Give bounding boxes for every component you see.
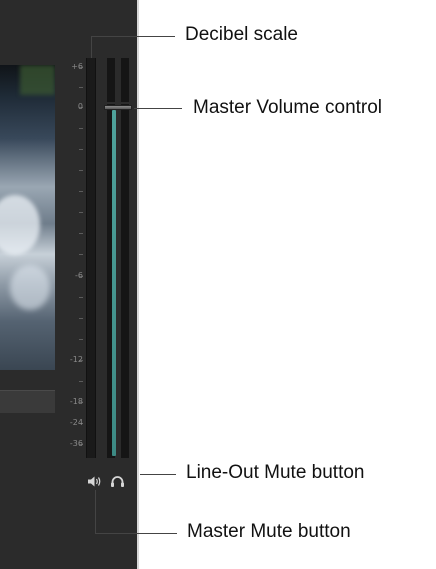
master-mute-button[interactable] — [88, 476, 102, 490]
scale-tick-mark — [79, 170, 83, 171]
volume-handle-cap — [106, 102, 130, 104]
master-volume-meter[interactable] — [103, 58, 133, 458]
speaker-icon — [88, 476, 101, 487]
scale-tick-label: -6 — [75, 271, 83, 280]
video-preview — [0, 65, 55, 370]
scale-tick-label: -12 — [69, 355, 83, 364]
scale-tick-mark — [79, 339, 83, 340]
scale-tick-mark — [79, 87, 83, 88]
scale-tick-label: -36 — [69, 439, 83, 448]
decibel-scale-track — [86, 58, 96, 458]
scale-tick-label: -18 — [69, 397, 83, 406]
scale-tick-mark — [79, 233, 83, 234]
meter-level-fill — [112, 110, 116, 456]
scale-tick-mark — [79, 191, 83, 192]
video-foliage — [20, 65, 55, 95]
master-volume-control[interactable] — [104, 105, 132, 110]
scale-tick-mark — [79, 318, 83, 319]
scale-tick-mark — [79, 212, 83, 213]
lineout-mute-button[interactable] — [111, 476, 124, 490]
scale-tick-mark — [79, 254, 83, 255]
meter-channel-right — [121, 58, 129, 458]
callout-leader-decibel-h — [91, 36, 175, 37]
callout-leader-master-mute-h — [95, 533, 177, 534]
scale-tick-label: +6 — [71, 62, 83, 71]
callout-master-volume: Master Volume control — [193, 97, 383, 118]
scale-tick-mark — [79, 297, 83, 298]
video-timeline-strip — [0, 390, 55, 413]
callout-leader-volume — [134, 108, 182, 109]
panel-edge — [137, 0, 139, 569]
scale-tick-mark — [79, 149, 83, 150]
callout-leader-decibel-v — [91, 36, 92, 58]
callout-leader-master-mute-v — [95, 490, 96, 533]
scale-tick-label: -24 — [69, 418, 83, 427]
headphones-icon — [111, 476, 124, 487]
callout-decibel-scale: Decibel scale — [185, 24, 298, 45]
callout-leader-lineout — [140, 474, 176, 475]
callout-master-mute: Master Mute button — [187, 521, 351, 542]
callout-lineout-mute: Line-Out Mute button — [186, 462, 365, 483]
scale-tick-mark — [79, 381, 83, 382]
scale-tick-mark — [79, 128, 83, 129]
video-foam — [10, 265, 50, 310]
video-foam — [0, 195, 40, 255]
scale-tick-label: 0 — [77, 102, 83, 111]
